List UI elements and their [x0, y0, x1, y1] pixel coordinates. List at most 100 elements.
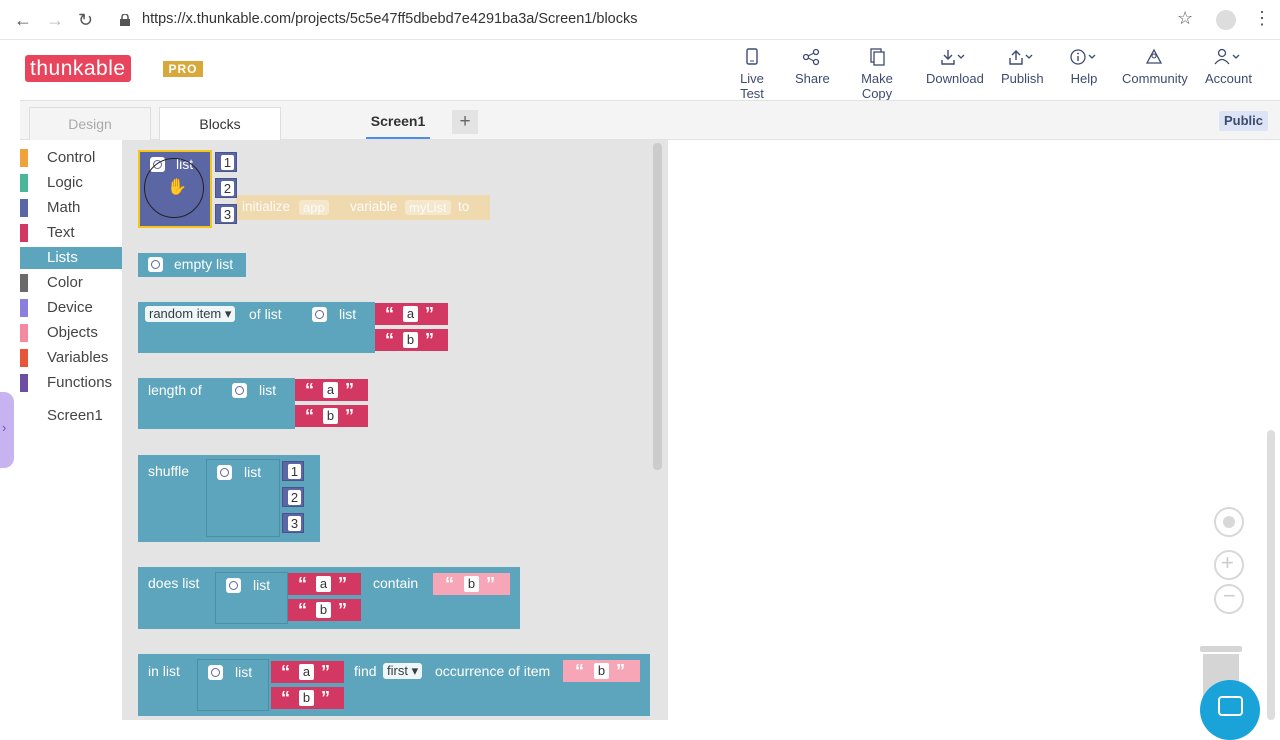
tab-screen1[interactable]: Screen1 — [366, 113, 430, 139]
drawer-toggle[interactable]: › — [0, 392, 14, 468]
forward-icon[interactable]: → — [46, 10, 64, 31]
gear-icon — [312, 307, 327, 322]
gear-icon — [208, 665, 223, 680]
length-of-block[interactable]: length of — [138, 378, 222, 429]
chat-icon — [1218, 696, 1243, 716]
random-item-dropdown[interactable]: random item ▾ — [145, 306, 236, 322]
publish-label: Publish — [1001, 71, 1044, 86]
list-block[interactable]: list — [206, 459, 280, 537]
share-icon — [802, 48, 820, 66]
pro-badge: PRO — [163, 61, 203, 77]
list-block[interactable]: list — [197, 659, 269, 711]
drag-cursor: ✋ — [144, 158, 204, 218]
publish-icon — [1008, 50, 1032, 65]
tab-design[interactable]: Design — [29, 107, 151, 141]
recenter-icon[interactable] — [1214, 507, 1244, 537]
category-logic[interactable]: Logic — [20, 172, 122, 194]
list-block[interactable]: list — [222, 378, 295, 429]
logo[interactable]: thunkable — [25, 55, 131, 82]
editor-tabs-bar: Design Blocks Screen1 + Public — [20, 100, 1280, 141]
browser-toolbar: ← → ↻ https://x.thunkable.com/projects/5… — [0, 0, 1280, 40]
category-label: Device — [47, 299, 93, 316]
number-block[interactable]: 1 — [282, 461, 304, 481]
text-block-b-light[interactable]: “b” — [563, 660, 640, 682]
category-label: Variables — [47, 349, 109, 366]
category-label: Text — [47, 224, 75, 241]
gear-icon — [217, 465, 232, 480]
category-variables[interactable]: Variables — [20, 347, 122, 369]
share-button[interactable]: Share — [795, 48, 830, 86]
live-test-button[interactable]: Live Test — [729, 48, 775, 101]
text-block-a[interactable]: “a” — [271, 661, 344, 683]
reload-icon[interactable]: ↻ — [78, 10, 93, 31]
account-button[interactable]: Account — [1205, 48, 1252, 86]
category-label: Control — [47, 149, 96, 166]
account-icon — [1213, 48, 1239, 65]
number-block[interactable]: 2 — [215, 178, 237, 198]
category-control[interactable]: Control — [20, 147, 122, 169]
text-block-b-light[interactable]: “b” — [433, 573, 510, 595]
hand-cursor-icon: ✋ — [167, 179, 187, 196]
text-block-a[interactable]: “a” — [288, 573, 361, 595]
make-copy-button[interactable]: Make Copy — [847, 48, 907, 101]
share-label: Share — [795, 71, 830, 86]
text-block-b[interactable]: “b” — [295, 405, 368, 427]
community-icon — [1145, 48, 1163, 64]
text-block-b[interactable]: “b” — [271, 687, 344, 709]
chat-button[interactable] — [1200, 680, 1260, 740]
category-functions[interactable]: Functions — [20, 372, 122, 394]
category-label: Functions — [47, 374, 113, 391]
star-icon[interactable]: ☆ — [1177, 8, 1193, 29]
gear-icon — [226, 578, 241, 593]
category-device[interactable]: Device — [20, 297, 122, 319]
blocks-workspace[interactable] — [668, 140, 1280, 720]
ghost-initialize-block: initialize app variable myList to — [236, 195, 490, 220]
text-block-a[interactable]: “a” — [295, 379, 368, 401]
category-text[interactable]: Text — [20, 222, 122, 244]
random-item-block[interactable]: random item ▾ of list — [138, 302, 303, 353]
category-label: Screen1 — [47, 407, 103, 424]
number-block[interactable]: 2 — [282, 487, 304, 507]
back-icon[interactable]: ← — [14, 10, 32, 31]
text-block-b[interactable]: “b” — [288, 599, 361, 621]
zoom-out-icon[interactable]: − — [1214, 583, 1244, 614]
blocks-category-list: Control Logic Math Text Lists Color Devi… — [20, 140, 122, 720]
category-label: Math — [47, 199, 81, 216]
copy-icon — [870, 48, 885, 66]
add-screen-button[interactable]: + — [452, 110, 478, 134]
category-color[interactable]: Color — [20, 272, 122, 294]
category-math[interactable]: Math — [20, 197, 122, 219]
download-button[interactable]: Download — [926, 48, 984, 86]
phone-icon — [746, 48, 758, 65]
workspace-scrollbar[interactable] — [1267, 430, 1275, 720]
number-block[interactable]: 3 — [215, 204, 237, 224]
account-label: Account — [1205, 71, 1252, 86]
number-block[interactable]: 1 — [215, 152, 237, 172]
list-block[interactable]: list — [215, 572, 288, 624]
category-screen1[interactable]: Screen1 — [20, 405, 122, 427]
number-block[interactable]: 3 — [282, 513, 304, 533]
category-label: Color — [47, 274, 83, 291]
empty-list-block[interactable]: empty list — [138, 253, 246, 277]
help-button[interactable]: Help — [1069, 48, 1099, 86]
community-button[interactable]: Community — [1122, 48, 1188, 86]
text-block-a[interactable]: “a” — [375, 303, 448, 325]
url-bar[interactable]: https://x.thunkable.com/projects/5c5e47f… — [142, 11, 638, 27]
public-badge[interactable]: Public — [1218, 111, 1268, 131]
profile-icon[interactable] — [1216, 10, 1236, 30]
category-objects[interactable]: Objects — [20, 322, 122, 344]
zoom-in-icon[interactable]: + — [1214, 550, 1244, 580]
occurrence-dropdown[interactable]: first ▾ — [383, 663, 423, 679]
help-label: Help — [1070, 71, 1098, 86]
chevron-right-icon: › — [2, 420, 7, 435]
category-lists[interactable]: Lists — [20, 247, 122, 269]
text-block-b[interactable]: “b” — [375, 329, 448, 351]
flyout-scrollbar[interactable] — [653, 143, 662, 470]
menu-icon[interactable]: ⋮ — [1253, 8, 1271, 29]
category-label: Lists — [47, 249, 78, 266]
list-block[interactable]: list — [303, 302, 375, 353]
info-icon — [1070, 49, 1096, 65]
publish-button[interactable]: Publish — [1001, 48, 1044, 86]
tab-blocks[interactable]: Blocks — [159, 107, 281, 141]
make-copy-label: Make Copy — [861, 71, 893, 101]
